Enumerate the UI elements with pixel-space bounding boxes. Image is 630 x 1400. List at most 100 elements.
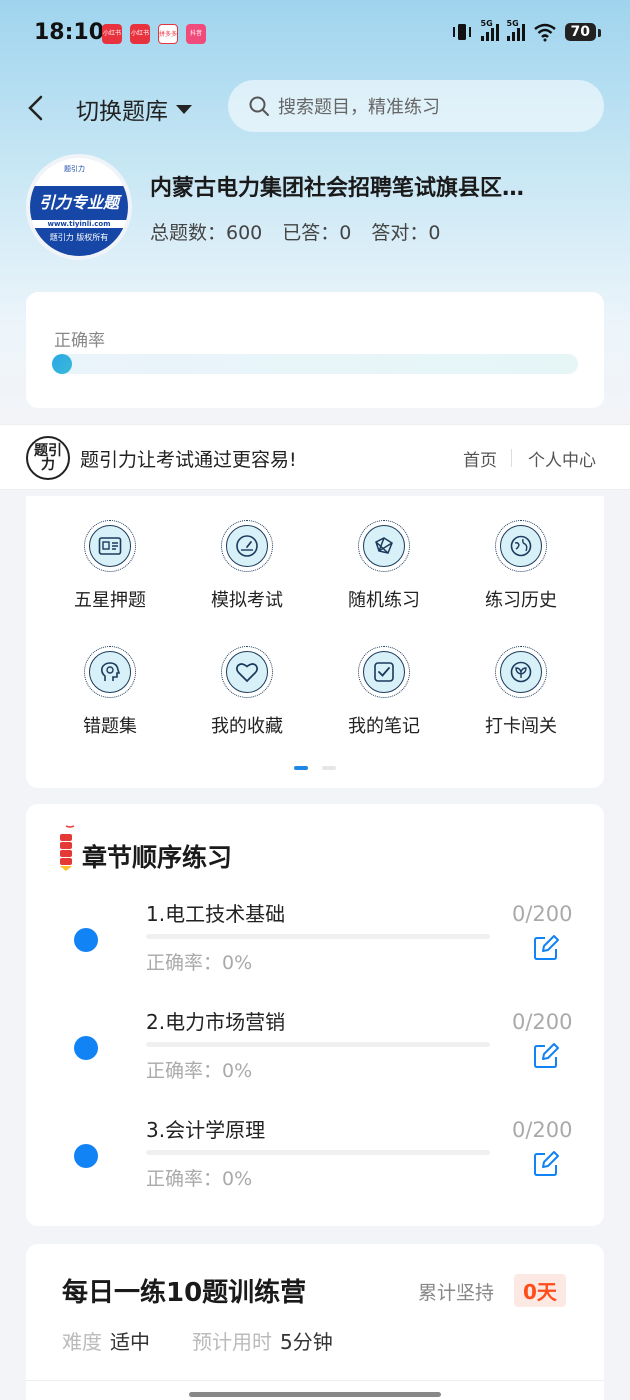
feature-random-practice[interactable]: 随机练习	[319, 520, 449, 612]
chapter-accuracy: 正确率：0%	[146, 1060, 253, 1082]
home-link[interactable]: 首页	[463, 446, 497, 471]
feature-grid: 五星押题 模拟考试 随机练习 练习历史 错题集 我的收藏 我的笔记 打卡闯关	[26, 496, 604, 788]
accuracy-progress-bar	[52, 354, 578, 374]
edit-icon[interactable]	[532, 934, 560, 962]
search-icon	[249, 96, 269, 116]
app-notification-icon: 抖音	[186, 24, 206, 44]
answered-count: 已答：0	[282, 222, 352, 244]
chapter-name: 1.电工技术基础	[146, 902, 286, 926]
promo-slogan: 题引力让考试通过更容易!	[80, 449, 297, 471]
daily-title: 每日一练10题训练营	[62, 1278, 307, 1308]
bank-title: 内蒙古电力集团社会招聘笔试旗县区…	[150, 176, 525, 201]
id-card-icon	[89, 525, 131, 567]
feature-label: 模拟考试	[211, 590, 283, 611]
chevron-left-icon	[28, 95, 43, 121]
note-icon	[363, 651, 405, 693]
feature-mock-exam[interactable]: 模拟考试	[182, 520, 312, 612]
search-input[interactable]: 搜索题目，精准练习	[228, 80, 604, 132]
daily-meta: 难度 适中 预计用时 5分钟	[62, 1326, 333, 1355]
chapter-dot	[74, 928, 98, 952]
feature-checkin-challenge[interactable]: 打卡闯关	[456, 646, 586, 738]
page-indicator[interactable]	[294, 766, 336, 770]
feature-practice-history[interactable]: 练习历史	[456, 520, 586, 612]
chapter-progress-bar	[146, 1042, 490, 1047]
caret-down-icon	[176, 104, 192, 114]
chapter-practice-card: 章节顺序练习 1.电工技术基础 正确率：0% 0/200 2.电力市场营销 正确…	[26, 804, 604, 1226]
network-icon	[363, 525, 405, 567]
page-dot-active[interactable]	[294, 766, 308, 770]
edit-icon[interactable]	[532, 1150, 560, 1178]
feature-wrong-questions[interactable]: 错题集	[45, 646, 175, 738]
wifi-icon	[533, 23, 556, 42]
promo-bar: 题引力 题引力让考试通过更容易! 首页 个人中心	[0, 424, 630, 490]
divider	[511, 449, 512, 467]
personal-center-link[interactable]: 个人中心	[528, 446, 596, 471]
daily-practice-card[interactable]: 每日一练10题训练营 累计坚持 0天 难度 适中 预计用时 5分钟	[26, 1244, 604, 1400]
chapter-accuracy: 正确率：0%	[146, 952, 253, 974]
time-label: 预计用时	[192, 1330, 272, 1354]
app-notification-icon: 拼多多	[158, 24, 178, 44]
correct-count: 答对：0	[371, 222, 441, 244]
feature-label: 打卡闯关	[485, 716, 557, 737]
feature-label: 错题集	[83, 716, 137, 737]
chapter-progress-bar	[146, 934, 490, 939]
feature-favorites[interactable]: 我的收藏	[182, 646, 312, 738]
signal-icon: 5G	[506, 19, 525, 41]
chapter-count: 0/200	[512, 1118, 573, 1142]
switch-bank-label: 切换题库	[76, 99, 168, 125]
back-button[interactable]	[26, 90, 56, 126]
accuracy-label: 正确率	[54, 331, 105, 351]
streak-days-badge: 0天	[514, 1274, 566, 1307]
chapter-dot	[74, 1036, 98, 1060]
streak-label: 累计坚持	[418, 1282, 495, 1304]
status-bar: 18:10 小红书 小红书 拼多多 抖音 5G 5G 70	[0, 0, 630, 70]
head-icon	[89, 651, 131, 693]
status-time: 18:10	[34, 20, 105, 45]
firecracker-icon	[60, 825, 75, 871]
difficulty-value: 适中	[110, 1330, 150, 1354]
switch-bank-dropdown[interactable]: 切换题库	[76, 92, 192, 126]
app-notification-icon: 小红书	[130, 24, 150, 44]
chapter-row[interactable]: 1.电工技术基础 正确率：0% 0/200	[26, 898, 604, 998]
page-dot[interactable]	[322, 766, 336, 770]
battery-indicator: 70	[564, 23, 602, 41]
feature-label: 我的笔记	[348, 716, 420, 737]
chapter-dot	[74, 1144, 98, 1168]
tiyinli-logo: 题引力	[26, 436, 70, 480]
chapter-title: 章节顺序练习	[82, 843, 233, 872]
chapter-count: 0/200	[512, 1010, 573, 1034]
feature-label: 练习历史	[485, 590, 557, 611]
bank-logo-footer: 题引力 版权所有	[30, 228, 128, 256]
app-notification-icon: 小红书	[102, 24, 122, 44]
feature-label: 五星押题	[74, 590, 146, 611]
search-placeholder: 搜索题目，精准练习	[278, 97, 440, 118]
feature-label: 我的收藏	[211, 716, 283, 737]
chapter-progress-bar	[146, 1150, 490, 1155]
difficulty-label: 难度	[62, 1330, 102, 1354]
accuracy-card: 正确率	[26, 292, 604, 408]
chapter-count: 0/200	[512, 902, 573, 926]
chapter-name: 2.电力市场营销	[146, 1010, 286, 1034]
leaf-icon	[500, 651, 542, 693]
chapter-row[interactable]: 3.会计学原理 正确率：0% 0/200	[26, 1114, 604, 1214]
chapter-row[interactable]: 2.电力市场营销 正确率：0% 0/200	[26, 1006, 604, 1106]
bank-logo-url: www.tiyinli.com	[47, 220, 111, 228]
chapter-name: 3.会计学原理	[146, 1118, 266, 1142]
signal-icon: 5G	[480, 19, 499, 41]
feature-label: 随机练习	[348, 590, 420, 611]
total-questions: 总题数：600	[150, 222, 263, 244]
feature-five-star[interactable]: 五星押题	[45, 520, 175, 612]
bank-logo-text: 引力专业题	[30, 186, 128, 220]
chapter-accuracy: 正确率：0%	[146, 1168, 253, 1190]
vibrate-icon	[452, 24, 471, 40]
bank-logo: 题引力 引力专业题 www.tiyinli.com 题引力 版权所有	[26, 154, 132, 260]
heart-icon	[226, 651, 268, 693]
feature-my-notes[interactable]: 我的笔记	[319, 646, 449, 738]
edit-icon[interactable]	[532, 1042, 560, 1070]
globe-icon	[500, 525, 542, 567]
bank-logo-mark: 题引力	[64, 165, 85, 173]
time-value: 5分钟	[280, 1330, 333, 1354]
gauge-icon	[226, 525, 268, 567]
home-indicator[interactable]	[189, 1392, 441, 1397]
divider	[26, 1380, 604, 1381]
